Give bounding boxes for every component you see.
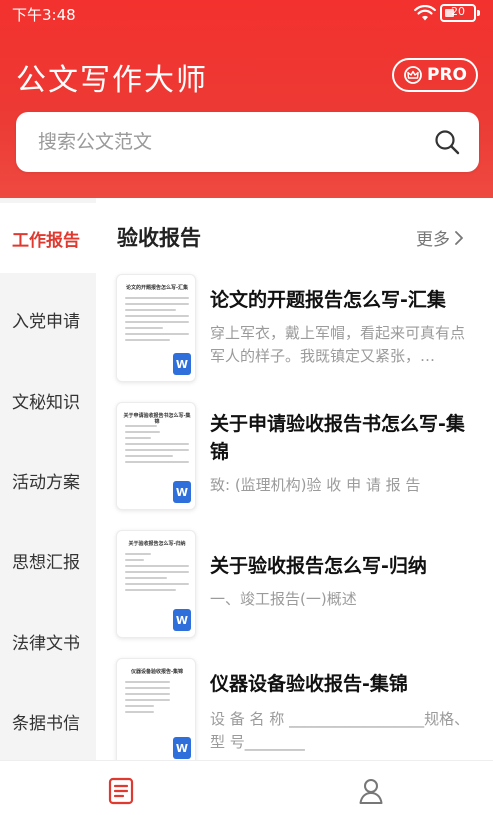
list-item[interactable]: 关于验收报告怎么写-归纳 W 关于验收报告怎么写-归纳 一、竣工报告(一)概述 [96,530,493,650]
search-input[interactable] [38,112,398,172]
sidebar-item-work-report[interactable]: 工作报告 [0,203,96,273]
article-excerpt: 致: (监理机构)验 收 申 请 报 告 [210,476,421,494]
wifi-icon [414,5,436,21]
article-title: 论文的开题报告怎么写-汇集 [210,289,446,311]
document-thumbnail: 仪器设备验收报告-集锦 W [116,658,196,766]
document-thumbnail: 关于申请验收报告书怎么写-集锦 W [116,402,196,510]
chevron-right-icon [455,230,463,245]
section-title: 验收报告 [117,226,201,250]
battery-level: 20 [451,5,465,18]
more-link[interactable]: 更多 [416,225,464,250]
document-thumbnail: 关于验收报告怎么写-归纳 W [116,530,196,638]
word-document-icon: W [173,609,191,631]
sidebar-item-thought-report[interactable]: 思想汇报 [0,525,96,595]
article-title: 仪器设备验收报告-集锦 [210,673,408,695]
list-item[interactable]: 论文的开题报告怎么写-汇集 W 论文的开题报告怎么写-汇集 穿上军衣，戴上军帽，… [96,274,493,394]
pro-label: PRO [426,65,467,85]
status-time: 下午3:48 [12,6,76,24]
document-list-icon[interactable] [107,777,135,805]
sidebar-item-legal-documents[interactable]: 法律文书 [0,606,96,676]
search-bar[interactable] [16,112,479,172]
article-excerpt: 设 备 名 称 __________________规格、型 号________ [210,710,470,751]
article-title: 关于申请验收报告书怎么写-集锦 [210,413,465,463]
category-sidebar: 工作报告 入党申请 文秘知识 活动方案 思想汇报 法律文书 条据书信 [0,198,96,760]
document-thumbnail: 论文的开题报告怎么写-汇集 W [116,274,196,382]
article-excerpt: 穿上军衣，戴上军帽，看起来可真有点军人的样子。我既镇定又紧张，… [210,324,466,365]
more-label: 更多 [416,230,450,250]
user-profile-icon[interactable] [357,777,385,805]
pro-button[interactable]: PRO [392,58,478,92]
article-title: 关于验收报告怎么写-归纳 [210,555,427,577]
article-excerpt: 一、竣工报告(一)概述 [210,590,357,608]
sidebar-item-party-application[interactable]: 入党申请 [0,284,96,354]
status-bar: 下午3:48 20 [0,0,493,28]
word-document-icon: W [173,737,191,759]
battery-icon: 20 [440,4,480,22]
app-header: 下午3:48 20 公文写作大师 PRO [0,0,493,198]
sidebar-item-secretary-knowledge[interactable]: 文秘知识 [0,365,96,435]
sidebar-item-receipts-letters[interactable]: 条据书信 [0,686,96,756]
search-icon[interactable] [434,129,460,155]
word-document-icon: W [173,353,191,375]
app-title: 公文写作大师 [16,63,208,98]
sidebar-item-event-plan[interactable]: 活动方案 [0,445,96,515]
article-list: 验收报告 更多 论文的开题报告怎么写-汇集 W 论文的开题报告怎么写-汇集 穿上… [96,198,493,766]
word-document-icon: W [173,481,191,503]
bottom-tab-bar [0,760,493,815]
crown-icon [404,66,422,84]
list-item[interactable]: 关于申请验收报告书怎么写-集锦 W 关于申请验收报告书怎么写-集锦 致: (监理… [96,402,493,522]
